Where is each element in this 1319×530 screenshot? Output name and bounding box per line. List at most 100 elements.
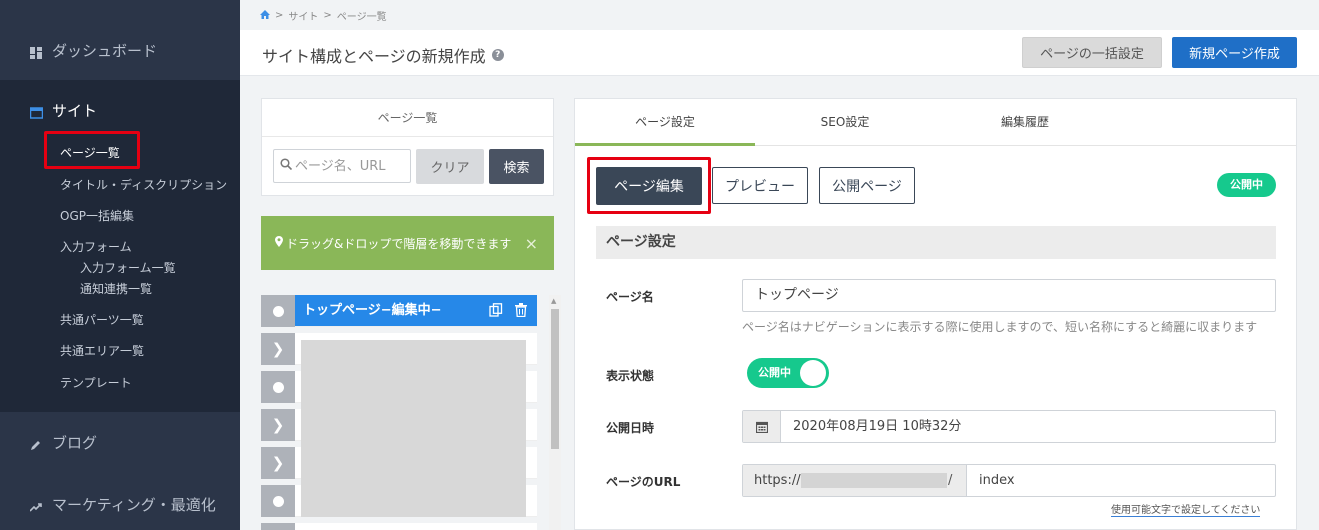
- sidebar-item-notification[interactable]: 通知連携一覧: [80, 280, 152, 297]
- chevron-right-icon: ❯: [271, 416, 285, 434]
- highlight-box: [44, 131, 140, 169]
- redacted-block: [301, 340, 526, 517]
- preview-button[interactable]: プレビュー: [712, 167, 808, 204]
- drag-drop-alert: ドラッグ&ドロップで階層を移動できます ×: [261, 216, 554, 270]
- tree-row[interactable]: [261, 523, 537, 530]
- tab-history[interactable]: 編集履歴: [935, 99, 1115, 146]
- site-icon: [29, 105, 44, 119]
- scroll-thumb[interactable]: [551, 309, 559, 449]
- page-list-title: ページ一覧: [262, 99, 553, 137]
- sidebar-item-form-list[interactable]: 入力フォーム一覧: [80, 259, 176, 276]
- sidebar-item-forms[interactable]: 入力フォーム: [60, 238, 132, 255]
- marketing-link[interactable]: マーケティング・最適化: [29, 494, 216, 515]
- chevron-right-icon: ❯: [271, 454, 285, 472]
- page-settings-panel: ページ設定 SEO設定 編集履歴 ページ編集 プレビュー 公開ページ 公開中 ペ…: [574, 98, 1297, 530]
- map-pin-icon: [275, 236, 283, 250]
- sidebar-item-ogp[interactable]: OGP一括編集: [60, 207, 134, 224]
- search-button[interactable]: 検索: [489, 149, 544, 184]
- search-icon: [280, 158, 293, 174]
- chevron-right-icon: ❯: [271, 340, 285, 358]
- redacted-domain: [801, 473, 947, 488]
- section-title: ページ設定: [596, 226, 1276, 259]
- blog-label: ブログ: [52, 434, 98, 452]
- alert-text: ドラッグ&ドロップで階層を移動できます: [286, 236, 512, 251]
- search-box[interactable]: [273, 149, 411, 183]
- toggle-knob: [800, 360, 826, 386]
- marketing-label: マーケティング・最適化: [52, 496, 216, 514]
- dot-icon: [272, 381, 284, 393]
- breadcrumb-sep: >: [323, 10, 332, 21]
- breadcrumb-sep: >: [275, 10, 284, 21]
- nav-site: サイト ページ一覧 タイトル・ディスクリプション OGP一括編集 入力フォーム …: [0, 80, 240, 412]
- tree-row-top-page[interactable]: トップページ−編集中−: [261, 295, 537, 327]
- page-tree: トップページ−編集中− ❯ ❯ ❯: [261, 295, 537, 530]
- tree-row-actions: [489, 303, 527, 321]
- edit-page-button[interactable]: ページ編集: [596, 167, 702, 205]
- site-link[interactable]: サイト: [29, 100, 98, 121]
- dot-icon: [272, 495, 284, 507]
- expand-handle[interactable]: ❯: [261, 333, 295, 365]
- url-input[interactable]: index: [979, 465, 1015, 496]
- trend-icon: [29, 499, 42, 512]
- page-name-help: ページ名はナビゲーションに表示する際に使用しますので、短い名称にすると綺麗に収ま…: [742, 320, 1258, 334]
- copy-icon[interactable]: [489, 303, 503, 321]
- tab-page-settings[interactable]: ページ設定: [575, 99, 755, 146]
- search-input[interactable]: [295, 158, 405, 174]
- settings-tabs: ページ設定 SEO設定 編集履歴: [575, 99, 1296, 146]
- public-page-button[interactable]: 公開ページ: [819, 167, 915, 204]
- toggle-text: 公開中: [758, 366, 791, 379]
- sidebar-item-templates[interactable]: テンプレート: [60, 374, 132, 391]
- url-prefix-text: https://: [754, 473, 801, 488]
- url-label: ページのURL: [606, 475, 681, 489]
- new-page-button[interactable]: 新規ページ作成: [1172, 37, 1297, 68]
- drag-handle[interactable]: [261, 485, 295, 517]
- scroll-up-icon[interactable]: ▲: [551, 297, 556, 305]
- sidebar-item-common-areas[interactable]: 共通エリア一覧: [60, 342, 144, 359]
- dashboard-link[interactable]: ダッシュボード: [30, 40, 157, 61]
- url-prefix: https:// /: [743, 465, 967, 496]
- url-field: https:// / index: [742, 464, 1276, 497]
- page-header: サイト構成とページの新規作成 ? ページの一括設定 新規ページ作成: [240, 30, 1319, 76]
- page-title-text: サイト構成とページの新規作成: [262, 47, 486, 66]
- url-slash: /: [948, 473, 953, 488]
- page-list-panel: ページ一覧 クリア 検索: [261, 98, 554, 196]
- help-icon[interactable]: ?: [491, 49, 504, 61]
- dashboard-icon: [30, 45, 42, 59]
- page-title: サイト構成とページの新規作成 ?: [262, 43, 504, 67]
- drag-handle[interactable]: [261, 523, 295, 530]
- nav-blog[interactable]: ブログ: [0, 412, 240, 472]
- publish-date-value: 2020年08月19日 10時32分: [793, 419, 962, 434]
- clear-button[interactable]: クリア: [416, 149, 484, 184]
- dot-icon: [272, 305, 284, 317]
- url-help-link[interactable]: 使用可能文字で設定してください: [1111, 501, 1261, 517]
- dashboard-label: ダッシュボード: [52, 42, 158, 60]
- expand-handle[interactable]: ❯: [261, 409, 295, 441]
- breadcrumb-site[interactable]: サイト: [288, 8, 318, 23]
- breadcrumb: > サイト > ページ一覧: [260, 8, 387, 23]
- home-icon[interactable]: [260, 9, 270, 22]
- expand-handle[interactable]: ❯: [261, 447, 295, 479]
- breadcrumb-current: ページ一覧: [336, 12, 387, 23]
- blog-link[interactable]: ブログ: [30, 432, 97, 453]
- page-name-input[interactable]: トップページ: [742, 279, 1276, 312]
- tree-row-label: トップページ−編集中−: [303, 303, 442, 318]
- trash-icon[interactable]: [515, 303, 527, 321]
- publish-date-field[interactable]: 2020年08月19日 10時32分: [742, 410, 1276, 443]
- nav-marketing[interactable]: マーケティング・最適化: [0, 472, 240, 530]
- site-label: サイト: [52, 102, 98, 120]
- sidebar: ダッシュボード サイト ページ一覧 タイトル・ディスクリプション OGP一括編集…: [0, 0, 240, 530]
- nav-dashboard[interactable]: ダッシュボード: [0, 18, 240, 80]
- drag-handle[interactable]: [261, 295, 295, 327]
- close-icon[interactable]: ×: [525, 234, 538, 253]
- sidebar-item-title-description[interactable]: タイトル・ディスクリプション: [60, 176, 227, 193]
- bulk-settings-button[interactable]: ページの一括設定: [1022, 37, 1162, 68]
- status-toggle[interactable]: 公開中: [747, 358, 829, 388]
- drag-handle[interactable]: [261, 371, 295, 403]
- status-label: 表示状態: [606, 369, 655, 383]
- tab-seo[interactable]: SEO設定: [755, 99, 935, 146]
- calendar-icon[interactable]: [743, 411, 781, 442]
- tree-scrollbar[interactable]: ▲: [549, 295, 561, 530]
- page-name-label: ページ名: [606, 290, 654, 304]
- pencil-icon: [30, 437, 42, 450]
- sidebar-item-common-parts[interactable]: 共通パーツ一覧: [60, 311, 144, 328]
